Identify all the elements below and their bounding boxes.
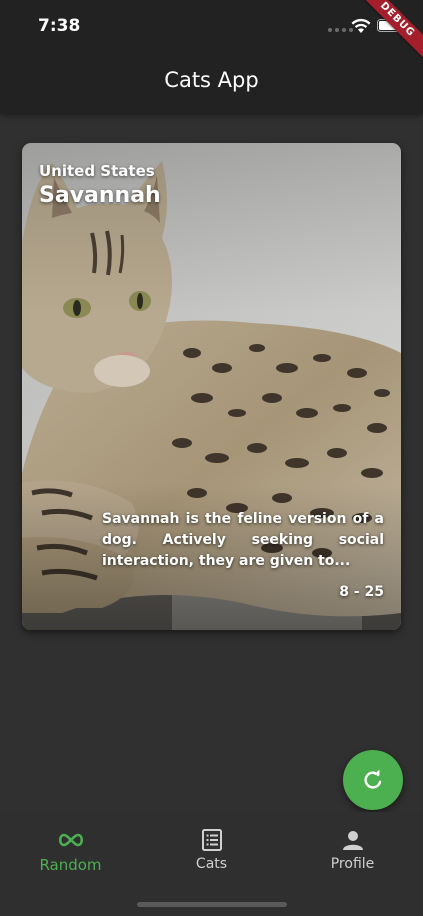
screen: 7:38 DEBUG Cats App United States Savann…	[0, 0, 423, 916]
nav-item-cats[interactable]: Cats	[141, 828, 282, 872]
cat-card[interactable]: United States Savannah Savannah is the f…	[22, 143, 401, 630]
app-title: Cats App	[164, 68, 259, 92]
status-time: 7:38	[38, 16, 81, 36]
nav-item-profile[interactable]: Profile	[282, 828, 423, 872]
infinity-icon	[58, 833, 83, 847]
app-header: 7:38 DEBUG Cats App	[0, 0, 423, 113]
cat-country: United States	[39, 162, 155, 180]
debug-banner: DEBUG	[348, 0, 423, 69]
nav-item-random[interactable]: Random	[0, 828, 141, 874]
cat-description: Savannah is the feline version of a dog.…	[102, 511, 384, 569]
cat-life-span: 8 - 25	[339, 584, 384, 600]
home-indicator[interactable]	[137, 902, 287, 907]
cat-breed: Savannah	[39, 183, 161, 208]
list-icon	[201, 829, 222, 851]
refresh-icon	[364, 769, 382, 789]
nav-label-cats: Cats	[195, 856, 228, 872]
person-icon	[342, 831, 363, 850]
refresh-button[interactable]	[343, 750, 403, 810]
wifi-icon	[351, 18, 371, 33]
nav-label-random: Random	[39, 856, 102, 874]
bottom-navigation: Random Cats Profile	[0, 812, 423, 916]
nav-label-profile: Profile	[330, 856, 375, 872]
signal-dots-icon	[328, 28, 353, 32]
